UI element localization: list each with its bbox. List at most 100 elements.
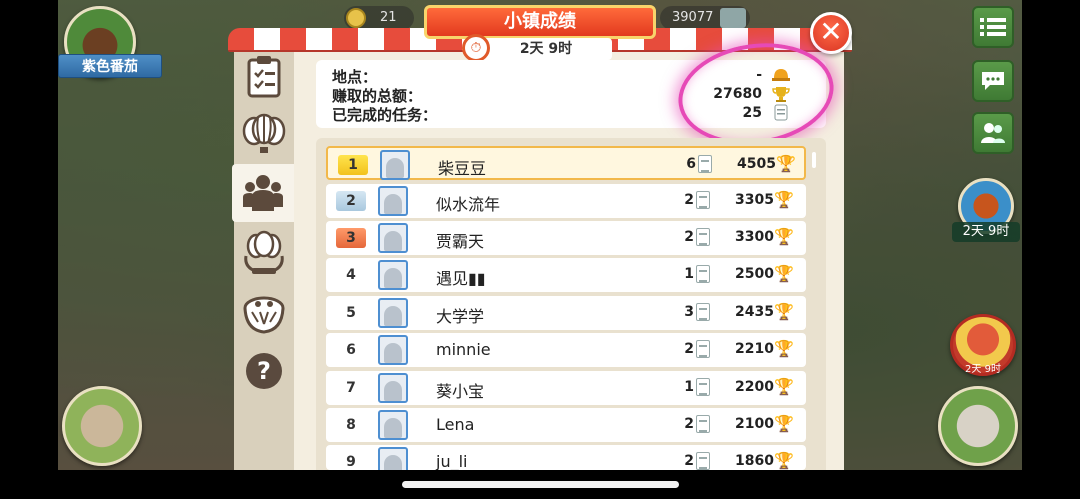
player-name: 贾霸天 [436,232,485,251]
ranking-row[interactable]: 5 大学学 3 2435 🏆 [326,296,806,330]
task-count: 2 [684,341,694,357]
avatar[interactable] [378,186,408,216]
rank-badge: 7 [346,380,356,396]
balloon-timer: 2天 9时 [965,364,1001,375]
task-count: 1 [684,379,694,395]
menu-button[interactable] [972,6,1014,48]
score: 3305 [735,192,774,208]
scrollbar[interactable] [812,152,816,168]
trophy-icon: 🏆 [776,154,796,173]
cash-register-icon[interactable] [938,386,1018,466]
task-icon [696,415,710,433]
menu-icon [980,18,1006,36]
people-icon [243,175,283,211]
trophy-icon: 🏆 [774,339,794,358]
player-name: 柴豆豆 [438,159,487,178]
score: 2200 [735,379,774,395]
ranking-row[interactable]: 7 葵小宝 1 2200 🏆 [326,371,806,405]
tab-help[interactable]: ? [234,342,294,400]
event-timer: 2天 9时 [952,222,1020,242]
rank-badge: 2 [336,191,366,211]
player-name: ju_li [436,452,468,470]
ranking-row[interactable]: 4 遇见▮▮ 1 2500 🏆 [326,258,806,292]
score: 4505 [737,156,776,172]
player-name: 葵小宝 [436,382,485,401]
ranking-row[interactable]: 2 似水流年 2 3305 🏆 [326,184,806,218]
avatar[interactable] [380,150,410,180]
task-icon [696,340,710,358]
trophy-icon: 🏆 [774,227,794,246]
tab-rewards[interactable] [234,284,294,342]
player-name: 遇见▮▮ [436,269,486,288]
task-count: 2 [684,229,694,245]
basket-icon [243,296,285,334]
player-name: minnie [436,340,491,359]
task-count: 3 [684,304,694,320]
score: 2100 [735,416,774,432]
trophy-icon: 🏆 [774,377,794,396]
rank-badge: 6 [346,342,356,358]
tab-awards[interactable] [234,224,294,282]
clipboard-icon [247,56,281,98]
panel-title: 小镇成绩 [424,5,656,39]
avatar[interactable] [378,447,408,470]
ranking-row[interactable]: 1 柴豆豆 6 4505 🏆 [326,146,806,180]
task-count: 6 [686,156,696,172]
trophy-icon: 🏆 [774,451,794,470]
task-count: 2 [684,416,694,432]
avatar[interactable] [378,335,408,365]
coin-icon [346,8,366,28]
rank-badge: 9 [346,454,356,470]
stopwatch-icon: ⏱ [462,34,490,62]
ranking-row[interactable]: 6 minnie 2 2210 🏆 [326,333,806,367]
player-name: 似水流年 [436,195,501,214]
friends-button[interactable] [972,112,1014,154]
ranking-row[interactable]: 9 ju_li 2 1860 🏆 [326,445,806,470]
house-icon[interactable] [62,386,142,466]
task-icon [696,191,710,209]
coin-value: 21 [380,10,397,25]
rank-badge: 8 [346,417,356,433]
tab-players[interactable] [232,164,294,222]
avatar[interactable] [378,223,408,253]
balloon-icon [242,113,286,153]
tasks-label: 已完成的任务： [332,106,438,124]
task-icon [696,452,710,470]
avatar[interactable] [378,260,408,290]
score: 3300 [735,229,774,245]
avatar[interactable] [378,410,408,440]
chat-button[interactable] [972,60,1014,102]
ranking-row[interactable]: 8 Lena 2 2100 🏆 [326,408,806,442]
rank-badge: 5 [346,305,356,321]
task-icon [696,378,710,396]
score: 2435 [735,304,774,320]
ranking-row[interactable]: 3 贾霸天 2 3300 🏆 [326,221,806,255]
trophy-icon: 🏆 [774,414,794,433]
avatar[interactable] [378,373,408,403]
cash-value: 39077 [672,10,714,25]
score: 2500 [735,266,774,282]
chat-icon [982,72,1004,90]
task-count: 2 [684,453,694,469]
laurel-balloon-icon [244,230,284,274]
cash-icon[interactable] [720,8,746,28]
home-indicator[interactable] [402,481,679,488]
close-button[interactable]: ✕ [810,12,852,54]
trophy-icon: 🏆 [774,302,794,321]
location-label: 地点： [332,68,378,86]
countdown-timer: 2天 9时 [480,38,612,60]
trophy-icon: 🏆 [774,190,794,209]
task-icon [698,155,712,173]
score: 2210 [735,341,774,357]
earned-label: 赚取的总额： [332,87,423,105]
tab-balloons[interactable] [234,106,294,164]
player-name-label: 紫色番茄 [58,54,162,78]
score: 1860 [735,453,774,469]
task-icon [696,303,710,321]
player-name: 大学学 [436,307,485,326]
rank-badge: 3 [336,228,366,248]
task-count: 2 [684,192,694,208]
tab-orders[interactable] [234,48,294,106]
task-icon [696,228,710,246]
avatar[interactable] [378,298,408,328]
